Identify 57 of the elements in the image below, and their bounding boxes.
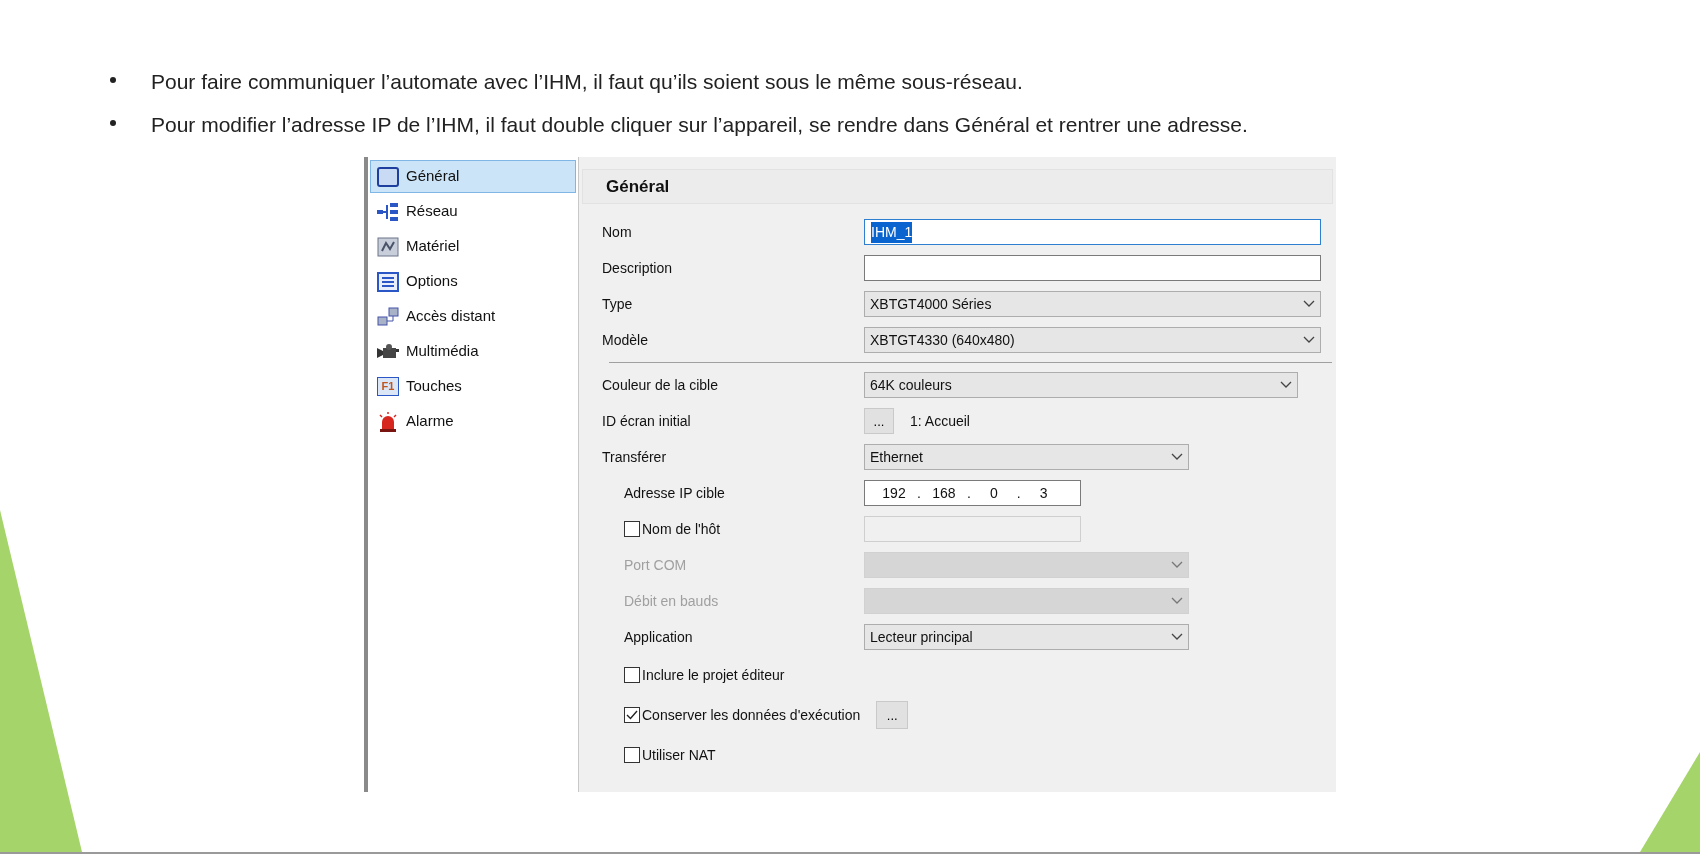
sidebar-item[interactable]: Options — [370, 265, 576, 298]
remote-screens-icon — [377, 306, 399, 327]
dropdown[interactable]: XBTGT4330 (640x480) — [864, 327, 1321, 353]
field-label: ID écran initial — [602, 411, 692, 431]
dropdown[interactable]: Ethernet — [864, 444, 1189, 470]
field-label: Description — [602, 258, 674, 278]
dropdown[interactable]: Lecteur principal — [864, 624, 1189, 650]
window-icon — [377, 166, 399, 187]
sidebar-item[interactable]: Matériel — [370, 230, 576, 263]
field-label: Application — [624, 627, 694, 647]
dropdown[interactable]: 64K couleurs — [864, 372, 1298, 398]
field-label: Utiliser NAT — [642, 745, 716, 765]
bullet-icon — [110, 119, 116, 126]
field-label: Type — [602, 294, 634, 314]
field-label: Modèle — [602, 330, 649, 350]
bullet-text: Pour modifier l’adresse IP de l’IHM, il faut double cliquer sur l’appareil, se rendre dans Général et rentrer une adresse. — [151, 111, 1248, 138]
field-value: 1: Accueil — [910, 411, 970, 431]
sidebar-item[interactable]: Alarme — [370, 405, 576, 438]
bullet-icon — [110, 77, 116, 83]
hardware-icon — [377, 236, 399, 257]
checkbox[interactable] — [624, 667, 640, 683]
ip-address-field[interactable]: 192 . 168 . 0 . 3 — [864, 480, 1081, 506]
field-label: Débit en bauds — [624, 591, 720, 611]
text-field[interactable] — [864, 255, 1321, 281]
checkbox[interactable] — [624, 747, 640, 763]
panel-title: Général — [606, 175, 670, 198]
chevron-down-icon — [1303, 300, 1315, 308]
field-label: Couleur de la cible — [602, 375, 719, 395]
chevron-down-icon — [1171, 633, 1183, 641]
field-label: Inclure le projet éditeur — [642, 665, 785, 685]
checkbox[interactable] — [624, 707, 640, 723]
chevron-down-icon — [1171, 597, 1183, 605]
browse-button[interactable]: ... — [876, 701, 909, 729]
key-icon: F1 — [377, 377, 399, 396]
field-label: Transférer — [602, 447, 668, 467]
field-label: Conserver les données d'exécution — [642, 705, 861, 725]
chevron-down-icon — [1303, 336, 1315, 344]
sidebar-item[interactable]: Multimédia — [370, 335, 576, 368]
browse-button[interactable]: ... — [864, 408, 894, 434]
dropdown[interactable]: XBTGT4000 Séries — [864, 291, 1321, 317]
field-label: Adresse IP cible — [624, 483, 726, 503]
chevron-down-icon — [1171, 453, 1183, 461]
list-icon — [377, 271, 399, 292]
field-label: Port COM — [624, 555, 688, 575]
sidebar-item[interactable]: Accès distant — [370, 300, 576, 333]
chevron-down-icon — [1171, 561, 1183, 569]
chevron-down-icon — [1280, 381, 1292, 389]
field-label: Nom — [602, 222, 633, 242]
network-tree-icon — [377, 201, 399, 222]
field-label: Nom de l'hôt — [642, 519, 721, 539]
alarm-light-icon — [377, 411, 399, 432]
checkbox[interactable] — [624, 521, 640, 537]
sidebar-item[interactable]: F1 Touches — [370, 370, 576, 403]
bullet-text: Pour faire communiquer l’automate avec l’IHM, il faut qu’ils soient sous le même sous-réseau. — [151, 69, 1023, 95]
text-field[interactable]: IHM_1 — [864, 219, 1321, 245]
sidebar-item[interactable]: Général — [370, 160, 576, 193]
sidebar-item[interactable]: Réseau — [370, 195, 576, 228]
